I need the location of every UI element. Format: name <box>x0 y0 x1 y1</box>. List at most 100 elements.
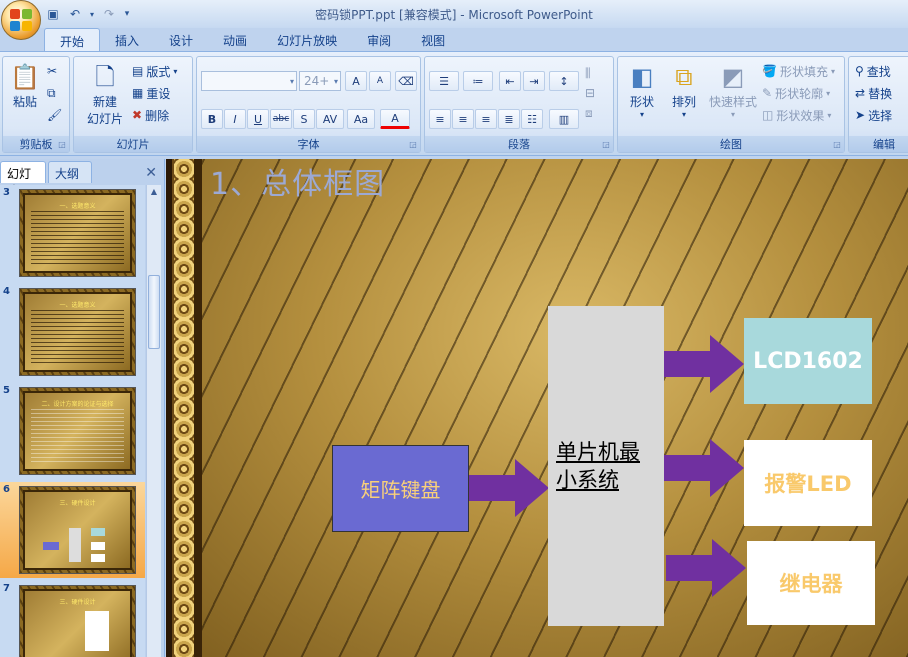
increase-indent-button[interactable]: ⇥ <box>523 71 545 91</box>
replace-icon: ⇄ <box>855 86 866 100</box>
shape-fill-button[interactable]: 🪣 形状填充 ▾ <box>762 61 835 81</box>
bullets-button[interactable]: ☰ <box>429 71 459 91</box>
align-text-button[interactable]: ⊟ <box>585 83 595 103</box>
clear-format-button[interactable]: ⌫ <box>395 71 417 91</box>
relay-block[interactable]: 继电器 <box>747 541 875 625</box>
slide-thumbnail[interactable]: 三、硬件设计 <box>19 486 136 574</box>
arrow-mcu-to-relay[interactable] <box>666 539 748 597</box>
drawing-launcher-icon[interactable]: ◲ <box>832 140 842 150</box>
thumbnail-number: 7 <box>3 583 10 594</box>
slide-thumbnail[interactable]: 三、硬件设计 <box>19 585 136 657</box>
arrow-mcu-to-lcd[interactable] <box>664 335 746 393</box>
layout-icon: ▤ <box>132 64 144 78</box>
arrange-button[interactable]: ⧉ 排列 ▾ <box>664 61 704 119</box>
thumbnail-row[interactable]: 7 三、硬件设计 <box>0 581 145 657</box>
slide-thumbnail[interactable]: 一、选题意义 <box>19 189 136 277</box>
tab-outline-pane[interactable]: 大纲 <box>48 161 92 183</box>
office-button[interactable] <box>1 0 41 40</box>
scrollbar-thumb[interactable] <box>148 275 160 349</box>
lcd-block[interactable]: LCD1602 <box>744 318 872 404</box>
text-direction-button[interactable]: ⫼ <box>585 63 591 83</box>
shadow-button[interactable]: S <box>293 109 315 129</box>
font-size-combo[interactable]: 24+ ▾ <box>299 71 341 91</box>
columns-button[interactable]: ▥ <box>549 109 579 129</box>
reset-button[interactable]: ▦ 重设 <box>132 83 170 103</box>
paste-button[interactable]: 📋 粘贴 <box>7 61 43 110</box>
arrange-icon: ⧉ <box>675 63 693 91</box>
cut-button[interactable]: ✂ <box>47 61 57 81</box>
thumbnail-row[interactable]: 5 二、设计方案的论证与选择 <box>0 383 145 479</box>
shapes-button[interactable]: ◧ 形状 ▾ <box>622 61 662 119</box>
tab-animations[interactable]: 动画 <box>208 28 262 52</box>
change-case-icon: Aa <box>347 109 375 129</box>
slide-thumbnail[interactable]: 二、设计方案的论证与选择 <box>19 387 136 475</box>
led-block[interactable]: 报警LED <box>744 440 872 526</box>
shape-effects-button[interactable]: ◫ 形状效果 ▾ <box>762 105 831 125</box>
scroll-up-icon[interactable]: ▲ <box>147 185 161 199</box>
font-name-combo[interactable]: ▾ <box>201 71 297 91</box>
new-slide-button[interactable]: 🗋 新建 幻灯片 <box>80 61 130 127</box>
strikethrough-button[interactable]: abc <box>270 109 292 129</box>
shapes-icon: ◧ <box>630 63 654 91</box>
tab-insert[interactable]: 插入 <box>100 28 154 52</box>
slide-canvas[interactable]: 1、总体框图 矩阵键盘 单片机最小系统 LCD1602 报警LED 继电器 <box>166 159 908 657</box>
tab-home[interactable]: 开始 <box>44 28 101 52</box>
office-logo-icon <box>10 9 32 31</box>
thumbnails-scrollbar[interactable]: ▲ <box>146 185 161 657</box>
tab-slides-pane[interactable]: 幻灯片 <box>0 161 46 198</box>
italic-button[interactable]: I <box>224 109 246 129</box>
align-left-icon: ≡ <box>429 109 451 129</box>
underline-icon: U <box>247 109 269 129</box>
underline-button[interactable]: U <box>247 109 269 129</box>
numbering-button[interactable]: ≔ <box>463 71 493 91</box>
thumbnail-row[interactable]: 4 一、选题意义 <box>0 284 145 380</box>
thumbnail-row-selected[interactable]: 6 三、硬件设计 <box>0 482 145 578</box>
thumbnail-row[interactable]: 3 一、选题意义 <box>0 185 145 281</box>
clipboard-launcher-icon[interactable]: ◲ <box>57 140 67 150</box>
thumbnail-table <box>85 611 109 651</box>
close-icon[interactable]: ✕ <box>145 165 157 181</box>
slide-title[interactable]: 1、总体框图 <box>210 159 385 203</box>
editing-group: ⚲ 查找 ⇄ 替换 ➤ 选择 编辑 <box>848 56 908 153</box>
keyboard-block[interactable]: 矩阵键盘 <box>332 445 469 532</box>
distribute-button[interactable]: ☷ <box>521 109 543 129</box>
bold-icon: B <box>201 109 223 129</box>
select-button[interactable]: ➤ 选择 <box>855 105 892 125</box>
change-case-button[interactable]: Aa <box>347 109 375 129</box>
justify-button[interactable]: ≣ <box>498 109 520 129</box>
bold-button[interactable]: B <box>201 109 223 129</box>
tab-design[interactable]: 设计 <box>154 28 208 52</box>
tab-review[interactable]: 审阅 <box>352 28 406 52</box>
smartart-button[interactable]: ⧈ <box>585 103 593 123</box>
thumbnail-number: 6 <box>3 484 10 495</box>
layout-button[interactable]: ▤ 版式 ▾ <box>132 61 177 81</box>
quick-styles-button[interactable]: ◩ 快速样式 ▾ <box>706 61 760 119</box>
align-right-button[interactable]: ≡ <box>475 109 497 129</box>
arrow-keyboard-to-mcu[interactable] <box>469 459 551 517</box>
arrow-mcu-to-led[interactable] <box>664 439 746 497</box>
tab-slideshow[interactable]: 幻灯片放映 <box>262 28 352 52</box>
line-spacing-button[interactable]: ↕ <box>549 71 579 91</box>
grow-font-button[interactable]: A <box>345 71 367 91</box>
align-center-button[interactable]: ≡ <box>452 109 474 129</box>
font-group: ▾ 24+ ▾ A A ⌫ B I U abc S AV Aa A 字体 ◲ <box>196 56 421 153</box>
shape-outline-button[interactable]: ✎ 形状轮廓 ▾ <box>762 83 830 103</box>
replace-button[interactable]: ⇄ 替换 <box>855 83 892 103</box>
copy-button[interactable]: ⧉ <box>47 83 56 103</box>
slide-thumbnail[interactable]: 一、选题意义 <box>19 288 136 376</box>
decrease-indent-button[interactable]: ⇤ <box>499 71 521 91</box>
delete-button[interactable]: ✖ 删除 <box>132 105 169 125</box>
char-spacing-button[interactable]: AV <box>316 109 344 129</box>
paragraph-group-label: 段落 <box>425 136 613 152</box>
font-launcher-icon[interactable]: ◲ <box>408 140 418 150</box>
paragraph-launcher-icon[interactable]: ◲ <box>601 140 611 150</box>
align-left-button[interactable]: ≡ <box>429 109 451 129</box>
align-text-icon: ⊟ <box>585 86 596 100</box>
mcu-block[interactable]: 单片机最小系统 <box>548 306 664 626</box>
font-color-button[interactable]: A <box>380 109 410 129</box>
find-button[interactable]: ⚲ 查找 <box>855 61 891 81</box>
shrink-font-button[interactable]: A <box>369 71 391 91</box>
thumbnail-number: 3 <box>3 187 10 198</box>
tab-view[interactable]: 视图 <box>406 28 460 52</box>
format-painter-button[interactable]: 🖌 <box>47 105 62 125</box>
